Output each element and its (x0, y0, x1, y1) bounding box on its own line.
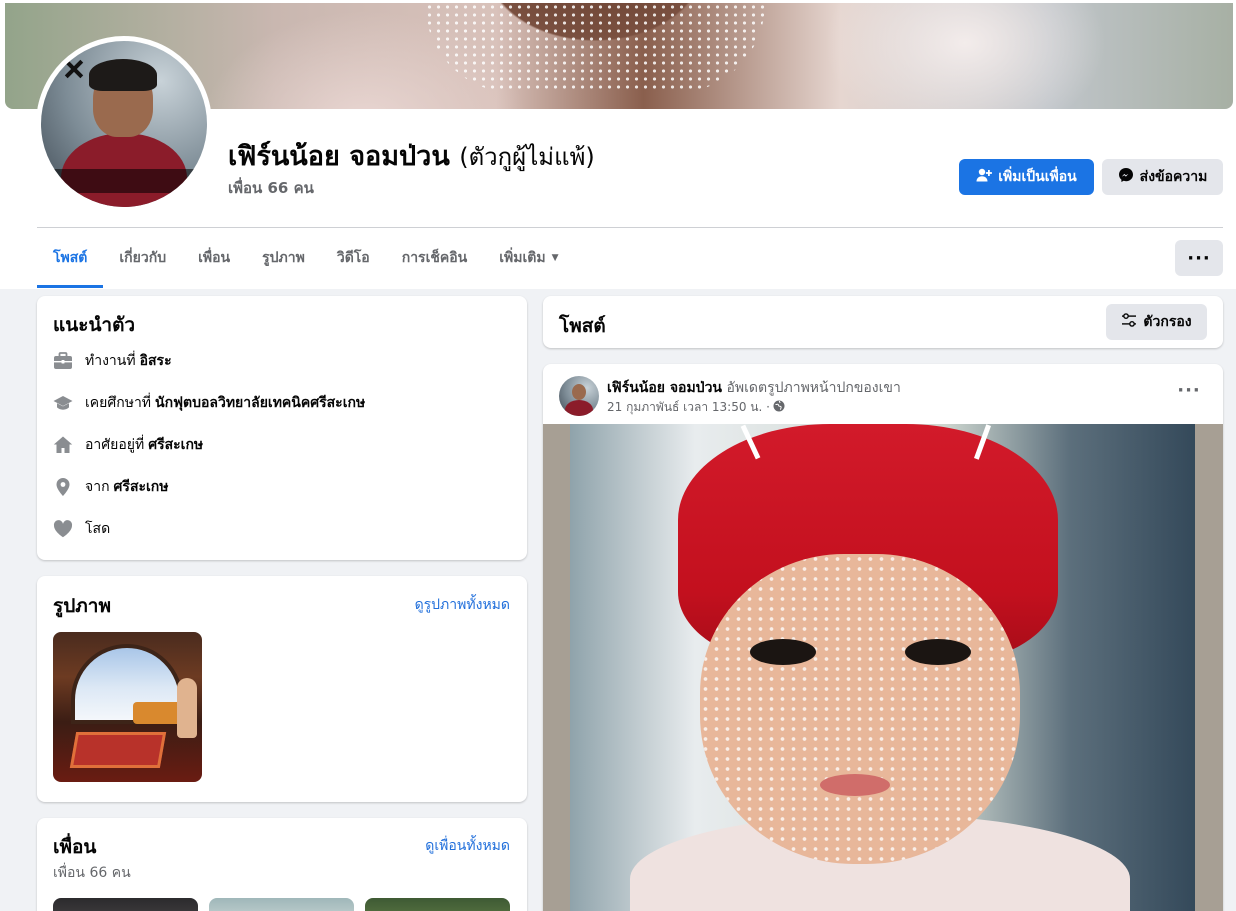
post-header-text: เฟิร์นน้อย จอมป่วน อัพเดตรูปภาพหน้าปกของ… (607, 377, 901, 399)
post-timestamp: 21 กุมภาพันธ์ เวลา 13:50 น. · (607, 398, 785, 417)
posts-title: โพสต์ (559, 315, 606, 337)
photos-title: รูปภาพ (53, 595, 111, 617)
add-friend-button[interactable]: เพิ่มเป็นเพื่อน (959, 159, 1094, 195)
profile-picture[interactable] (41, 41, 207, 207)
post-author-name[interactable]: เฟิร์นน้อย จอมป่วน (607, 380, 722, 396)
filter-button[interactable]: ตัวกรอง (1106, 304, 1207, 340)
friend-thumbnail[interactable] (365, 898, 510, 911)
profile-alternate-name: (ตัวกูผู้ไม่แพ้) (459, 143, 595, 171)
add-friend-icon (976, 167, 993, 187)
see-all-photos-link[interactable]: ดูรูปภาพทั้งหมด (415, 594, 510, 616)
intro-lives-in: อาศัยอยู่ที่ ศรีสะเกษ (53, 433, 203, 457)
tab-posts[interactable]: โพสต์ (37, 228, 104, 288)
intro-card: แนะนำตัว ทำงานที่ อิสระ เคยศึกษาที่ นักฟุต… (37, 296, 527, 560)
post-photo[interactable] (570, 424, 1195, 911)
friends-title: เพื่อน (53, 836, 97, 858)
home-icon (53, 435, 73, 455)
friend-thumbnail[interactable] (53, 898, 198, 911)
graduation-cap-icon (53, 393, 73, 413)
photos-card: รูปภาพ ดูรูปภาพทั้งหมด (37, 576, 527, 802)
photo-thumbnail[interactable] (53, 632, 202, 782)
tab-more[interactable]: เพิ่มเติม ▼ (483, 228, 574, 288)
briefcase-icon (53, 351, 73, 371)
add-friend-label: เพิ่มเป็นเพื่อน (998, 169, 1077, 185)
profile-name-text: เฟิร์นน้อย จอมป่วน (228, 141, 450, 172)
friend-thumbnail[interactable] (209, 898, 354, 911)
intro-from-value[interactable]: ศรีสะเกษ (114, 476, 169, 498)
message-button[interactable]: ส่งข้อความ (1102, 159, 1223, 195)
messenger-icon (1118, 167, 1134, 187)
friends-count[interactable]: เพื่อน 66 คน (228, 176, 314, 200)
intro-work: ทำงานที่ อิสระ (53, 349, 172, 373)
profile-name: เฟิร์นน้อย จอมป่วน (ตัวกูผู้ไม่แพ้) (228, 134, 595, 177)
intro-education: เคยศึกษาที่ นักฟุตบอลวิทยาลัยเทคนิคศรีสะเ… (53, 391, 365, 415)
intro-work-value[interactable]: อิสระ (140, 350, 172, 372)
tab-videos[interactable]: วิดีโอ (321, 228, 386, 288)
post-action-text: อัพเดตรูปภาพหน้าปกของเขา (726, 380, 901, 396)
post-time-text[interactable]: 21 กุมภาพันธ์ เวลา 13:50 น. · (607, 398, 770, 417)
posts-header-card: โพสต์ ตัวกรอง (543, 296, 1223, 348)
tab-photos[interactable]: รูปภาพ (246, 228, 321, 288)
post-author-avatar[interactable] (559, 376, 599, 416)
intro-education-value[interactable]: นักฟุตบอลวิทยาลัยเทคนิคศรีสะเกษ (155, 392, 365, 414)
profile-more-button[interactable]: ··· (1175, 240, 1223, 276)
post-card: เฟิร์นน้อย จอมป่วน อัพเดตรูปภาพหน้าปกของ… (543, 364, 1223, 911)
profile-header: เฟิร์นน้อย จอมป่วน (ตัวกูผู้ไม่แพ้) เพื่… (0, 0, 1236, 289)
intro-from: จาก ศรีสะเกษ (53, 475, 169, 499)
location-pin-icon (53, 477, 73, 497)
profile-tabs: โพสต์ เกี่ยวกับ เพื่อน รูปภาพ วิดีโอ การ… (37, 228, 575, 288)
tab-about[interactable]: เกี่ยวกับ (103, 228, 182, 288)
intro-title: แนะนำตัว (53, 314, 136, 336)
post-options-button[interactable]: ··· (1171, 380, 1207, 408)
intro-lives-in-value[interactable]: ศรีสะเกษ (148, 434, 203, 456)
see-all-friends-link[interactable]: ดูเพื่อนทั้งหมด (425, 835, 510, 857)
friends-card-count: เพื่อน 66 คน (53, 865, 131, 881)
filter-label: ตัวกรอง (1143, 314, 1192, 330)
heart-icon (53, 519, 73, 539)
globe-icon (773, 400, 785, 415)
tab-friends[interactable]: เพื่อน (182, 228, 246, 288)
caret-down-icon: ▼ (551, 253, 559, 263)
friends-card: เพื่อน ดูเพื่อนทั้งหมด เพื่อน 66 คน (37, 818, 527, 911)
filter-sliders-icon (1121, 312, 1137, 332)
intro-relationship: โสด (53, 517, 110, 541)
message-label: ส่งข้อความ (1139, 169, 1208, 185)
tab-checkins[interactable]: การเช็คอิน (386, 228, 484, 288)
